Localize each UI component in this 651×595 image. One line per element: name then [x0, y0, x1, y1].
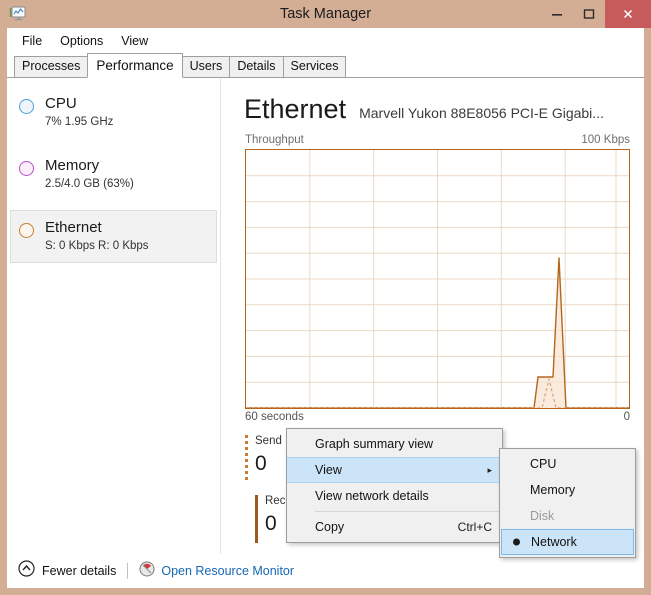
- sidebar-item-ethernet[interactable]: Ethernet S: 0 Kbps R: 0 Kbps: [10, 210, 217, 263]
- close-button[interactable]: [605, 0, 651, 28]
- sidebar-item-cpu[interactable]: CPU 7% 1.95 GHz: [10, 86, 217, 139]
- cpu-circle-icon: [19, 99, 34, 114]
- tab-processes[interactable]: Processes: [14, 56, 89, 78]
- graph-caption-left: Throughput: [245, 134, 304, 146]
- open-resource-monitor-link[interactable]: Open Resource Monitor: [139, 561, 294, 582]
- graph-caption-right: 100 Kbps: [581, 134, 630, 146]
- submenu-item-label: Disk: [530, 509, 555, 523]
- task-manager-window: Task Manager File Options View Processes: [0, 0, 651, 595]
- minimize-button[interactable]: [541, 0, 573, 28]
- submenu-item-network[interactable]: Network: [501, 529, 634, 555]
- graph-context-menu: Graph summary view View ▸ View network d…: [286, 428, 503, 543]
- menu-options[interactable]: Options: [51, 31, 112, 51]
- submenu-item-disk: Disk: [500, 503, 635, 529]
- tab-details[interactable]: Details: [229, 56, 284, 78]
- radio-selected-icon: [513, 538, 520, 546]
- graph-axis-labels: 60 seconds 0: [245, 411, 630, 423]
- sidebar-item-cpu-title: CPU: [45, 95, 77, 112]
- graph-axis-left: 60 seconds: [245, 411, 304, 423]
- context-menu-item-label: Copy: [315, 520, 345, 534]
- sidebar-item-ethernet-title: Ethernet: [45, 219, 102, 236]
- context-menu-item-accelerator: Ctrl+C: [457, 520, 492, 534]
- window-controls: [541, 0, 651, 28]
- send-legend-bar: [245, 435, 248, 483]
- sidebar-item-memory-title: Memory: [45, 157, 100, 174]
- resource-monitor-label: Open Resource Monitor: [161, 564, 295, 578]
- sidebar-item-memory-subtitle: 2.5/4.0 GB (63%): [45, 178, 134, 190]
- fewer-details-button[interactable]: Fewer details: [18, 560, 116, 582]
- context-menu-separator: [315, 511, 500, 512]
- submenu-item-label: Memory: [530, 483, 576, 497]
- submenu-item-cpu[interactable]: CPU: [500, 451, 635, 477]
- graph-axis-right: 0: [623, 411, 630, 423]
- footer-bar: Fewer details Open Resource Monitor: [7, 554, 644, 588]
- throughput-graph-svg: [246, 150, 629, 408]
- tab-services[interactable]: Services: [282, 56, 347, 78]
- view-submenu: CPU Memory Disk Network: [499, 448, 636, 558]
- ethernet-circle-icon: [19, 223, 34, 238]
- tab-list: Processes Performance Users Details Serv…: [14, 53, 347, 78]
- resource-sidebar: CPU 7% 1.95 GHz Memory 2.5/4.0 GB (63%) …: [7, 78, 221, 554]
- throughput-graph[interactable]: [245, 149, 630, 409]
- sidebar-item-memory[interactable]: Memory 2.5/4.0 GB (63%): [10, 148, 217, 201]
- footer-divider: [127, 563, 129, 579]
- menu-file[interactable]: File: [13, 31, 51, 51]
- context-menu-item-view-network-details[interactable]: View network details: [287, 483, 502, 509]
- title-bar: Task Manager: [0, 0, 651, 28]
- submenu-item-label: Network: [531, 535, 577, 549]
- maximize-button[interactable]: [573, 0, 605, 28]
- adapter-name: Marvell Yukon 88E8056 PCI-E Gigabi...: [359, 105, 604, 121]
- context-menu-item-graph-summary-view[interactable]: Graph summary view: [287, 431, 502, 457]
- page-title: Ethernet: [244, 94, 347, 124]
- context-menu-item-label: Graph summary view: [315, 437, 434, 451]
- fewer-details-label: Fewer details: [42, 564, 117, 578]
- chevron-right-icon: ▸: [487, 464, 492, 475]
- tab-performance[interactable]: Performance: [87, 53, 183, 78]
- sidebar-item-cpu-subtitle: 7% 1.95 GHz: [45, 116, 114, 128]
- context-menu-item-label: View: [315, 463, 342, 477]
- resource-monitor-icon: [139, 561, 155, 582]
- receive-legend-bar: [255, 495, 258, 543]
- submenu-item-label: CPU: [530, 457, 557, 471]
- menu-bar: File Options View: [7, 28, 644, 53]
- context-menu-item-label: View network details: [315, 489, 429, 503]
- tab-users[interactable]: Users: [181, 56, 231, 78]
- menu-view[interactable]: View: [112, 31, 157, 51]
- context-menu-item-copy[interactable]: Copy Ctrl+C: [287, 514, 502, 540]
- tab-strip: Processes Performance Users Details Serv…: [7, 53, 644, 78]
- context-menu-item-view[interactable]: View ▸: [287, 457, 502, 483]
- memory-circle-icon: [19, 161, 34, 176]
- submenu-item-memory[interactable]: Memory: [500, 477, 635, 503]
- sidebar-item-ethernet-subtitle: S: 0 Kbps R: 0 Kbps: [45, 240, 149, 252]
- graph-caption: Throughput 100 Kbps: [245, 134, 630, 146]
- panel-header: Ethernet Marvell Yukon 88E8056 PCI-E Gig…: [244, 94, 644, 125]
- chevron-up-icon: [18, 560, 35, 582]
